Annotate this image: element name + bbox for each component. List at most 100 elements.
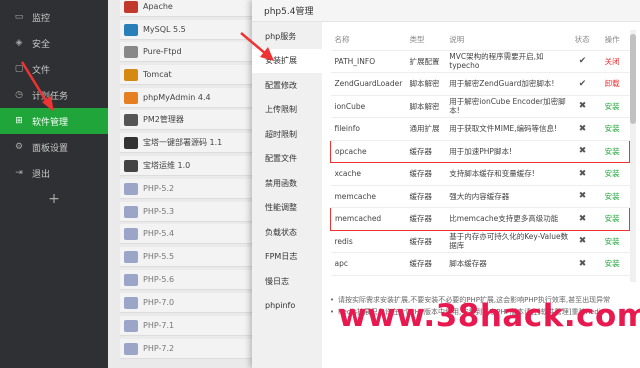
apache-icon bbox=[124, 0, 138, 13]
list-item[interactable]: PHP-5.6 bbox=[120, 270, 256, 290]
install-link[interactable]: 安装 bbox=[600, 207, 630, 231]
pm2-icon bbox=[124, 113, 138, 126]
table-row: apc 缓存器 脚本缓存器 ✖ 安装 bbox=[330, 252, 630, 276]
ext-desc: MVC架构的程序需要开启,如typecho bbox=[445, 50, 571, 73]
extensions-table-wrap: 名称 类型 说明 状态 操作 PATH_INFO 扩展配置 MVC架构的程序需要… bbox=[330, 30, 630, 276]
install-link[interactable]: 安装 bbox=[600, 252, 630, 276]
ext-name: redis bbox=[330, 230, 406, 253]
tab-load-status[interactable]: 负载状态 bbox=[252, 220, 322, 245]
install-link[interactable]: 安装 bbox=[600, 230, 630, 253]
install-link[interactable]: 安装 bbox=[600, 95, 630, 118]
tab-config-edit[interactable]: 配置修改 bbox=[252, 73, 322, 98]
php-icon bbox=[124, 296, 138, 309]
ext-desc: 支持脚本缓存和变量缓存! bbox=[445, 162, 571, 186]
install-link[interactable]: 安装 bbox=[600, 139, 630, 163]
disable-link[interactable]: 关闭 bbox=[600, 50, 630, 73]
table-scrollbar[interactable] bbox=[630, 30, 636, 282]
ext-type: 脚本解密 bbox=[405, 72, 446, 96]
table-row: memcache 缓存器 强大的内容缓存器 ✖ 安装 bbox=[330, 185, 630, 208]
list-item[interactable]: Apache bbox=[120, 0, 256, 17]
cross-icon: ✖ bbox=[570, 95, 601, 118]
ext-type: 缓存器 bbox=[405, 139, 446, 163]
list-item[interactable]: PM2管理器 bbox=[120, 110, 256, 130]
ext-type: 缓存器 bbox=[405, 185, 446, 208]
ext-name: apc bbox=[330, 252, 406, 276]
install-link[interactable]: 安装 bbox=[600, 162, 630, 186]
table-row-highlighted: memcached 缓存器 比memcache支持更多高级功能 ✖ 安装 bbox=[330, 207, 630, 231]
check-icon: ✔ bbox=[570, 50, 601, 73]
ext-name: ZendGuardLoader bbox=[330, 72, 406, 96]
ext-name: memcached bbox=[330, 207, 406, 231]
cross-icon: ✖ bbox=[570, 185, 601, 208]
cross-icon: ✖ bbox=[570, 207, 601, 231]
sidebar-item-label: 面板设置 bbox=[32, 143, 69, 154]
list-item[interactable]: PHP-7.1 bbox=[120, 316, 256, 336]
list-item[interactable]: MySQL 5.5 bbox=[120, 20, 256, 40]
column-header: 操作 bbox=[600, 30, 630, 51]
scrollbar-thumb[interactable] bbox=[630, 34, 636, 124]
list-item[interactable]: Tomcat bbox=[120, 65, 256, 85]
list-item[interactable]: PHP-7.0 bbox=[120, 293, 256, 313]
table-row-highlighted: opcache 缓存器 用于加速PHP脚本! ✖ 安装 bbox=[330, 139, 630, 163]
software-list: Apache MySQL 5.5 Pure-Ftpd Tomcat phpMyA… bbox=[108, 0, 258, 368]
ext-desc: 用于加速PHP脚本! bbox=[445, 139, 571, 163]
tab-performance[interactable]: 性能调整 bbox=[252, 196, 322, 221]
modal-tabs: php服务 安装扩展 配置修改 上传限制 超时限制 配置文件 禁用函数 性能调整… bbox=[252, 22, 322, 368]
ext-desc: 比memcache支持更多高级功能 bbox=[445, 207, 571, 231]
ext-name: ionCube bbox=[330, 95, 406, 118]
sidebar-item-security[interactable]: ◈ 安全 bbox=[0, 30, 108, 56]
column-header: 说明 bbox=[445, 30, 571, 51]
settings-icon: ⚙ bbox=[14, 142, 24, 152]
ext-type: 脚本解密 bbox=[405, 95, 446, 118]
php-icon bbox=[124, 273, 138, 286]
sidebar-item-settings[interactable]: ⚙ 面板设置 bbox=[0, 134, 108, 160]
sidebar-item-logout[interactable]: ⇥ 退出 bbox=[0, 160, 108, 186]
cross-icon: ✖ bbox=[570, 230, 601, 253]
list-item[interactable]: PHP-7.2 bbox=[120, 339, 256, 359]
table-row: ZendGuardLoader 脚本解密 用于解密ZendGuard加密脚本! … bbox=[330, 72, 630, 96]
list-item[interactable]: PHP-5.4 bbox=[120, 224, 256, 244]
modal-title: php5.4管理 bbox=[252, 0, 640, 22]
ext-type: 通用扩展 bbox=[405, 117, 446, 141]
code-icon bbox=[124, 136, 138, 149]
sidebar-item-monitor[interactable]: ▭ 监控 bbox=[0, 4, 108, 30]
ext-desc: 用于解密ionCube Encoder加密脚本! bbox=[445, 95, 571, 118]
table-row: redis 缓存器 基于内存亦可持久化的Key-Value数据库 ✖ 安装 bbox=[330, 230, 630, 253]
shield-icon: ◈ bbox=[15, 38, 23, 48]
list-item[interactable]: 宝塔一键部署源码 1.1 bbox=[120, 133, 256, 153]
list-item[interactable]: phpMyAdmin 4.4 bbox=[120, 88, 256, 108]
tab-phpinfo[interactable]: phpinfo bbox=[252, 294, 322, 319]
tab-disabled-functions[interactable]: 禁用函数 bbox=[252, 171, 322, 196]
extensions-table: 名称 类型 说明 状态 操作 PATH_INFO 扩展配置 MVC架构的程序需要… bbox=[330, 30, 630, 276]
php-icon bbox=[124, 182, 138, 195]
ftp-icon bbox=[124, 45, 138, 58]
ext-type: 缓存器 bbox=[405, 162, 446, 186]
list-item[interactable]: 宝塔运维 1.0 bbox=[120, 156, 256, 176]
ext-name: memcache bbox=[330, 185, 406, 208]
column-header: 名称 bbox=[330, 30, 406, 51]
cross-icon: ✖ bbox=[570, 252, 601, 276]
table-row: PATH_INFO 扩展配置 MVC架构的程序需要开启,如typecho ✔ 关… bbox=[330, 50, 630, 73]
table-row: fileinfo 通用扩展 用于获取文件MIME,编码等信息! ✖ 安装 bbox=[330, 117, 630, 141]
uninstall-link[interactable]: 卸载 bbox=[600, 72, 630, 96]
sidebar-item-label: 安全 bbox=[32, 39, 51, 50]
add-icon[interactable]: + bbox=[0, 186, 108, 212]
php-icon bbox=[124, 250, 138, 263]
tab-fpm-log[interactable]: FPM日志 bbox=[252, 245, 322, 270]
sidebar-item-label: 退出 bbox=[32, 169, 51, 180]
sidebar-item-label: 软件管理 bbox=[32, 117, 69, 128]
tab-config-file[interactable]: 配置文件 bbox=[252, 147, 322, 172]
install-link[interactable]: 安装 bbox=[600, 185, 630, 208]
tab-timeout-limit[interactable]: 超时限制 bbox=[252, 122, 322, 147]
list-item[interactable]: PHP-5.3 bbox=[120, 202, 256, 222]
list-item[interactable]: PHP-5.5 bbox=[120, 247, 256, 267]
list-item[interactable]: Pure-Ftpd bbox=[120, 42, 256, 62]
tab-slow-log[interactable]: 慢日志 bbox=[252, 269, 322, 294]
sidebar-item-label: 监控 bbox=[32, 13, 51, 24]
watermark-text: www.38hack.com bbox=[338, 298, 640, 334]
tomcat-icon bbox=[124, 68, 138, 81]
install-link[interactable]: 安装 bbox=[600, 117, 630, 141]
ext-type: 缓存器 bbox=[405, 252, 446, 276]
list-item[interactable]: PHP-5.2 bbox=[120, 179, 256, 199]
tab-upload-limit[interactable]: 上传限制 bbox=[252, 98, 322, 123]
